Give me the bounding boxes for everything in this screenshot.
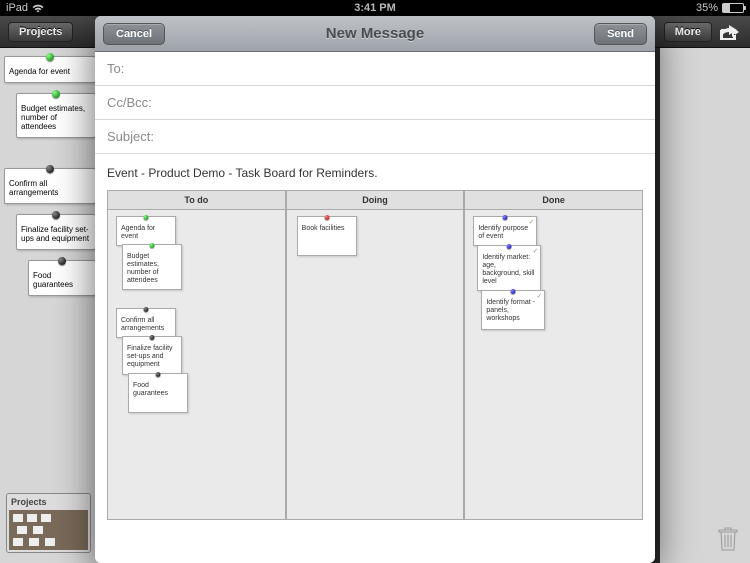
projects-button[interactable]: Projects <box>8 22 73 42</box>
column-header: To do <box>108 191 285 210</box>
column-doing: Doing Book facilities <box>287 191 466 519</box>
pin-icon <box>46 53 54 61</box>
pin-icon <box>156 372 161 377</box>
column-todo: To do Agenda for event Budget estimates,… <box>108 191 287 519</box>
pin-icon <box>150 335 155 340</box>
cancel-button[interactable]: Cancel <box>103 23 165 45</box>
pin-icon <box>52 90 60 98</box>
pin-icon <box>511 289 516 294</box>
device-label: iPad <box>6 2 28 14</box>
modal-title: New Message <box>326 25 424 42</box>
message-body[interactable]: Event - Product Demo - Task Board for Re… <box>95 154 655 563</box>
compose-fields: To: Cc/Bcc: Subject: <box>95 52 655 154</box>
bg-card[interactable]: Finalize facility set-ups and equipment <box>16 214 96 250</box>
column-header: Doing <box>287 191 464 210</box>
check-icon: ✓ <box>528 219 534 227</box>
check-icon: ✓ <box>532 248 538 256</box>
more-button[interactable]: More <box>664 22 712 42</box>
to-field[interactable]: To: <box>95 52 655 86</box>
task-card: Budget estimates, number of attendees <box>122 244 182 290</box>
battery-icon <box>722 3 744 13</box>
pin-icon <box>324 215 329 220</box>
pin-icon <box>144 215 149 220</box>
check-icon: ✓ <box>536 293 542 301</box>
pin-icon <box>52 211 60 219</box>
task-card: ✓ Identify format - panels, workshops <box>481 290 545 330</box>
modal-header: Cancel New Message Send <box>95 16 655 52</box>
task-card: Confirm all arrangements <box>116 308 176 338</box>
body-title: Event - Product Demo - Task Board for Re… <box>107 166 643 180</box>
pin-icon <box>144 307 149 312</box>
task-card: ✓ Identify market: age, background, skil… <box>477 245 541 291</box>
bg-card[interactable]: Budget estimates, number of attendees <box>16 93 96 138</box>
new-message-modal: Cancel New Message Send To: Cc/Bcc: Subj… <box>95 16 655 563</box>
pin-icon <box>58 257 66 265</box>
status-time: 3:41 PM <box>354 2 396 14</box>
share-icon[interactable] <box>718 22 742 42</box>
pin-icon <box>507 244 512 249</box>
task-card: ✓ Identify purpose of event <box>473 216 537 246</box>
column-header: Done <box>465 191 642 210</box>
task-card: Agenda for event <box>116 216 176 246</box>
bg-card[interactable]: Confirm all arrangements <box>4 168 96 204</box>
trash-icon[interactable] <box>718 527 738 551</box>
bg-card[interactable]: Food guarantees <box>28 260 96 296</box>
subject-field[interactable]: Subject: <box>95 120 655 153</box>
wifi-icon <box>32 4 44 13</box>
task-board-embed: To do Agenda for event Budget estimates,… <box>107 190 643 520</box>
task-card: Finalize facility set-ups and equipment <box>122 336 182 374</box>
cc-bcc-field[interactable]: Cc/Bcc: <box>95 86 655 120</box>
task-card: Food guarantees <box>128 373 188 413</box>
pin-icon <box>150 243 155 248</box>
bg-card[interactable]: Agenda for event <box>4 56 96 83</box>
task-card: Book facilities <box>297 216 357 256</box>
projects-thumbnail[interactable]: Projects <box>6 493 91 553</box>
battery-pct: 35% <box>696 2 718 14</box>
column-done: Done ✓ Identify purpose of event ✓ Ident… <box>465 191 642 519</box>
status-bar: iPad 3:41 PM 35% <box>0 0 750 16</box>
bg-board-right <box>660 48 750 563</box>
send-button[interactable]: Send <box>594 23 647 45</box>
bg-board-left: Agenda for event Budget estimates, numbe… <box>0 48 100 563</box>
pin-icon <box>503 215 508 220</box>
pin-icon <box>46 165 54 173</box>
